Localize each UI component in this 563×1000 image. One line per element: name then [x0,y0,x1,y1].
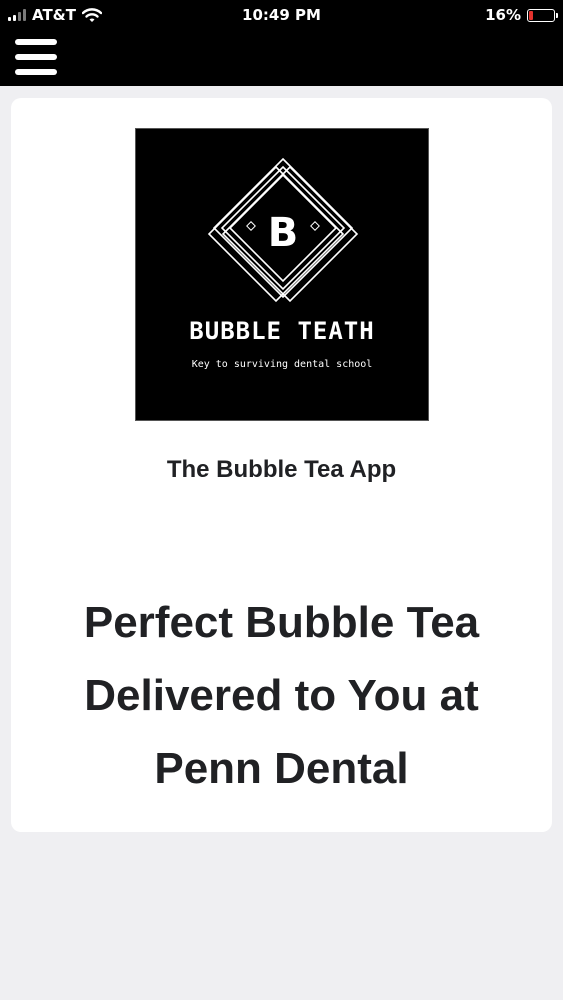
headline: Perfect Bubble Tea Delivered to You at P… [83,598,480,793]
app-name: The Bubble Tea App [166,456,397,483]
status-time: 10:49 PM [242,6,321,24]
battery-level [529,10,533,20]
content-card: B BUBBLE TEATH Key to surviving dental s… [11,98,552,832]
menu-line [15,39,57,45]
battery-percent: 16% [485,6,521,24]
battery-icon [527,8,558,22]
diamond-emblem-icon: B [207,157,359,303]
emblem-letter: B [268,210,299,256]
menu-line [15,69,57,75]
status-right: 16% [485,6,558,24]
menu-line [15,54,57,60]
logo-title: BUBBLE TEATH [189,317,375,345]
top-nav-bar [0,30,563,86]
status-bar: AT&T 10:49 PM 16% [0,0,563,30]
logo-tagline: Key to surviving dental school [191,359,373,370]
hamburger-menu-icon[interactable] [15,39,57,75]
bubble-teath-logo: B BUBBLE TEATH Key to surviving dental s… [135,128,429,421]
